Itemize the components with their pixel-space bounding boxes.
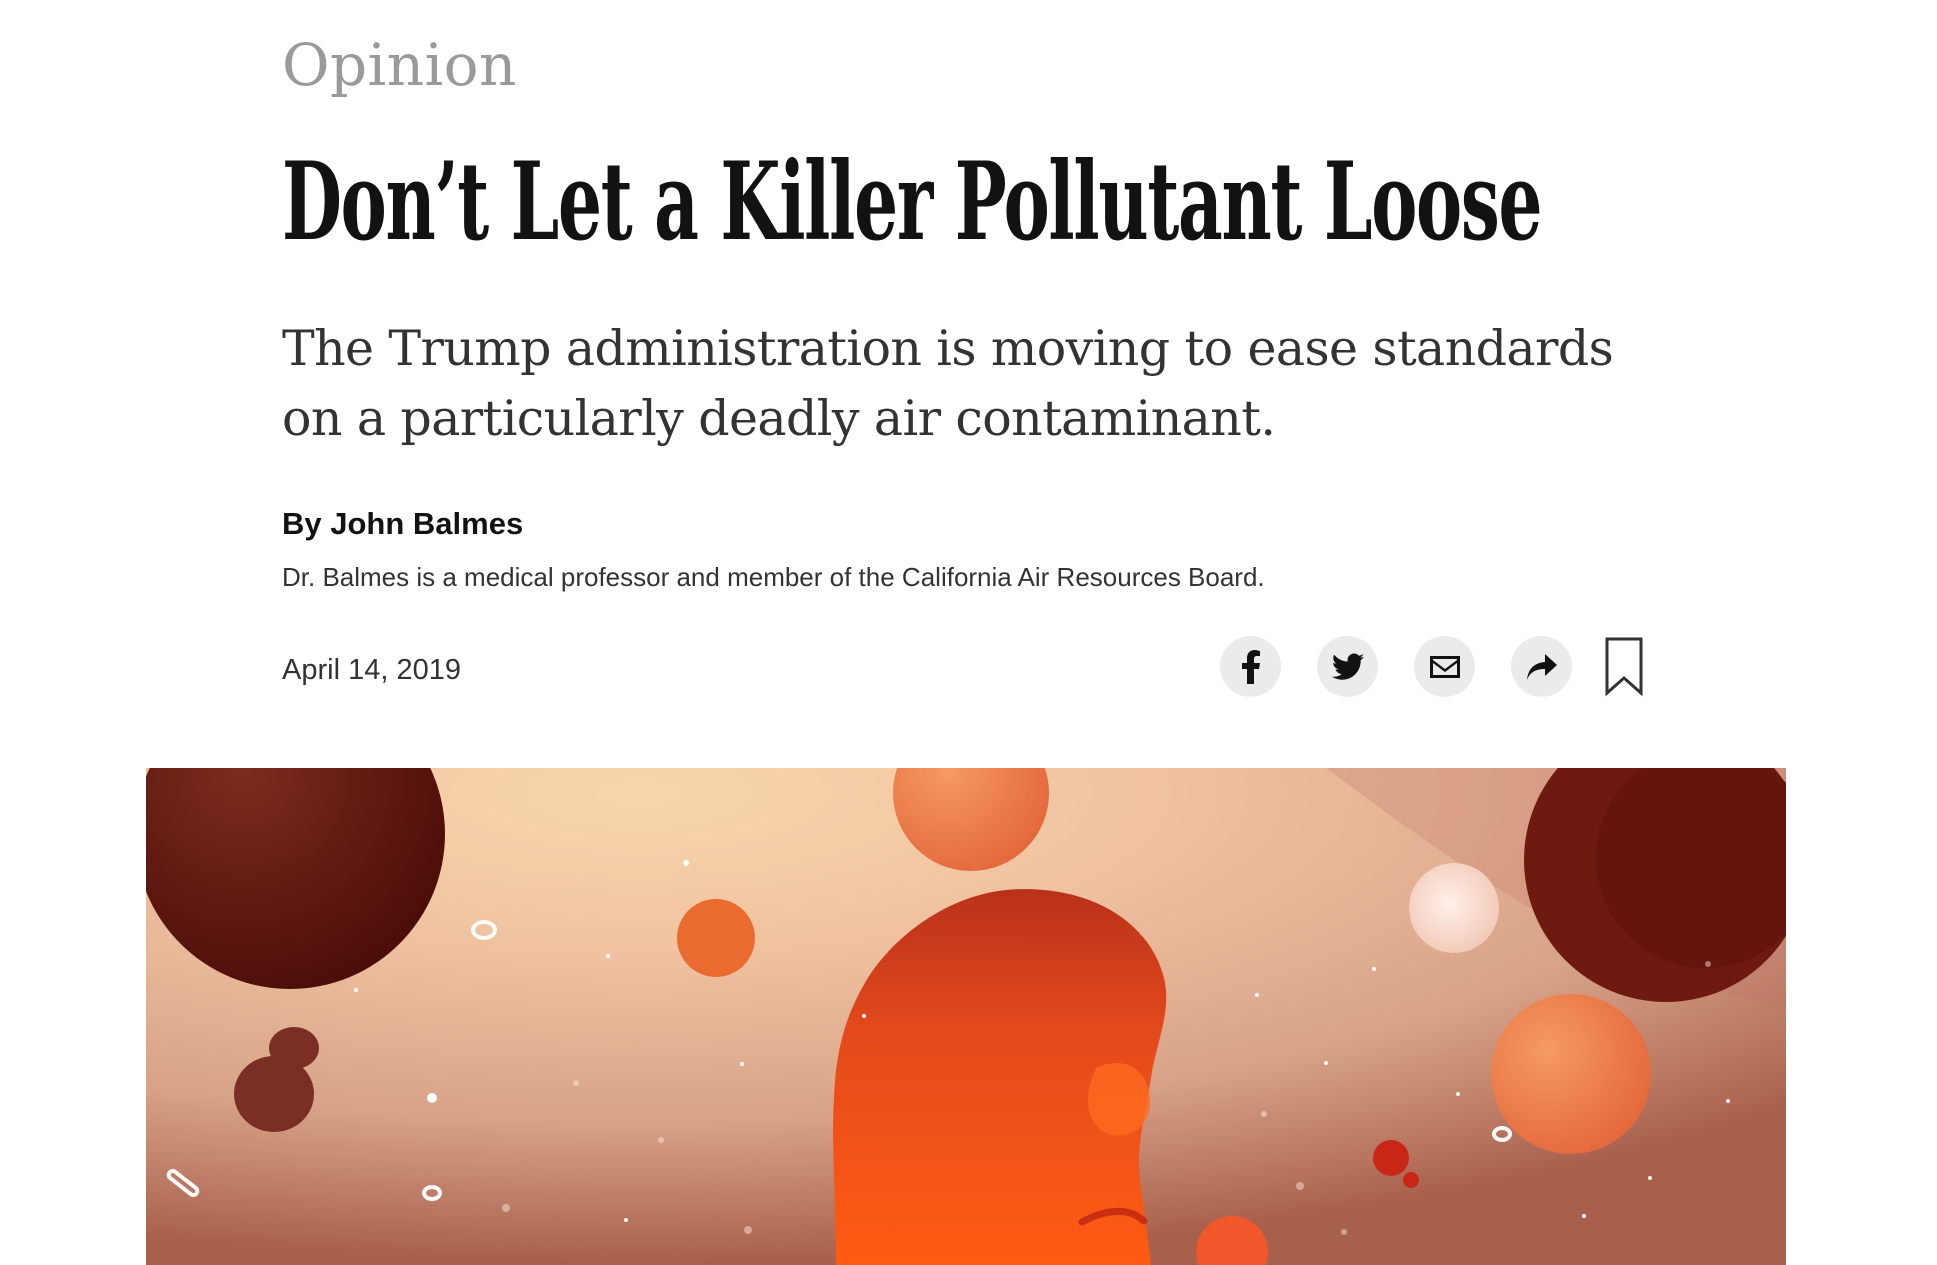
article-page: Opinion Don’t Let a Killer Pollutant Loo… — [0, 0, 1937, 1265]
more-share-button[interactable] — [1511, 636, 1572, 697]
facebook-icon — [1241, 649, 1260, 684]
email-icon — [1429, 655, 1460, 678]
share-toolbar — [1220, 636, 1660, 700]
author-bio: Dr. Balmes is a medical professor and me… — [282, 562, 1265, 592]
hero-illustration — [146, 768, 1786, 1265]
particle-illustration — [146, 768, 1786, 1265]
article-summary: The Trump administration is moving to ea… — [282, 320, 1614, 447]
article-header: Opinion — [282, 36, 1662, 94]
facebook-share-button[interactable] — [1220, 636, 1281, 697]
article-date: April 14, 2019 — [282, 654, 461, 686]
bookmark-icon — [1605, 637, 1643, 697]
section-label[interactable]: Opinion — [282, 36, 1662, 94]
email-share-button[interactable] — [1414, 636, 1475, 697]
share-arrow-icon — [1526, 653, 1557, 680]
article-headline: Don’t Let a Killer Pollutant Loose — [282, 139, 1542, 265]
bookmark-button[interactable] — [1604, 636, 1644, 698]
twitter-share-button[interactable] — [1317, 636, 1378, 697]
article-byline[interactable]: By John Balmes — [282, 508, 523, 539]
twitter-icon — [1331, 653, 1364, 680]
